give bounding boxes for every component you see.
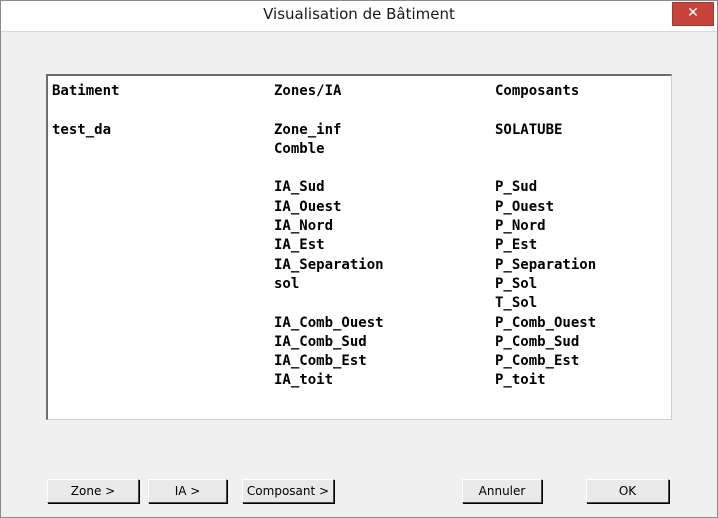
column-composants: Composants SOLATUBE P_Sud P_Ouest P_Nord… xyxy=(495,82,596,391)
column-header-batiment: Batiment xyxy=(52,83,120,99)
list-item: P_Comb_Sud xyxy=(495,333,580,350)
list-item: Zone_inf xyxy=(274,121,342,138)
list-item: SOLATUBE xyxy=(495,121,563,138)
list-item: IA_Est xyxy=(274,237,325,254)
composant-button[interactable]: Composant > xyxy=(242,479,334,503)
ok-button[interactable]: OK xyxy=(586,479,669,503)
list-item: P_Nord xyxy=(495,218,546,235)
cancel-button[interactable]: Annuler xyxy=(462,479,542,503)
list-item: IA_Sud xyxy=(274,179,325,196)
title-bar: Visualisation de Bâtiment ✕ xyxy=(1,1,717,32)
list-item: IA_Separation xyxy=(274,256,384,273)
list-item: P_Separation xyxy=(495,256,597,273)
list-item: P_Sud xyxy=(495,179,538,196)
list-item: test_da xyxy=(52,121,112,138)
building-listbox[interactable]: Batiment test_da Zones/IA Zone_inf Combl… xyxy=(46,74,672,420)
list-item: P_Comb_Est xyxy=(495,353,580,370)
list-item xyxy=(495,159,596,178)
list-item: Comble xyxy=(274,140,325,157)
dialog-window: Visualisation de Bâtiment ✕ Batiment tes… xyxy=(0,0,718,518)
list-item: IA_Ouest xyxy=(274,198,342,215)
list-item: IA_Comb_Est xyxy=(274,353,367,370)
ia-button[interactable]: IA > xyxy=(148,479,227,503)
list-item: sol xyxy=(274,275,300,292)
list-item: P_Ouest xyxy=(495,198,555,215)
window-title: Visualisation de Bâtiment xyxy=(263,5,455,23)
list-item xyxy=(274,101,384,120)
column-batiment: Batiment test_da xyxy=(52,82,119,140)
list-item: P_Est xyxy=(495,237,538,254)
list-item xyxy=(274,159,384,178)
list-item xyxy=(52,101,119,120)
zone-button[interactable]: Zone > xyxy=(47,479,139,503)
list-item: IA_Comb_Ouest xyxy=(274,314,384,331)
list-item xyxy=(495,140,596,159)
list-item: P_toit xyxy=(495,372,546,389)
list-item: P_Comb_Ouest xyxy=(495,314,597,331)
list-item xyxy=(495,101,596,120)
list-item xyxy=(274,294,384,313)
column-zones-ia: Zones/IA Zone_inf Comble IA_Sud IA_Ouest… xyxy=(274,82,384,391)
close-icon: ✕ xyxy=(687,5,699,21)
list-item: P_Sol xyxy=(495,275,538,292)
list-item: IA_toit xyxy=(274,372,334,389)
list-item: T_Sol xyxy=(495,295,538,312)
close-button[interactable]: ✕ xyxy=(672,2,714,26)
column-header-composants: Composants xyxy=(495,83,580,99)
list-item: IA_Nord xyxy=(274,218,334,235)
list-item: IA_Comb_Sud xyxy=(274,333,367,350)
column-header-zones-ia: Zones/IA xyxy=(274,83,342,99)
